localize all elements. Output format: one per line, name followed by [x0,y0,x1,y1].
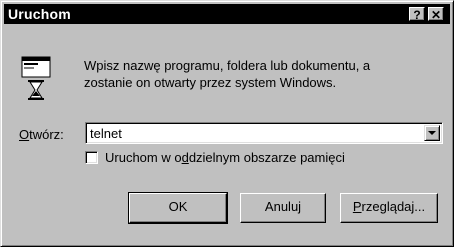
open-combobox[interactable]: telnet [85,122,443,144]
separate-memory-label-post: dzielnym obszarze pamięci [188,150,345,165]
chevron-down-icon[interactable] [424,125,440,141]
separate-memory-label[interactable]: Uruchom w oddzielnym obszarze pamięci [105,150,345,165]
close-button[interactable]: ✕ [428,7,444,22]
open-input-value[interactable]: telnet [90,126,122,141]
browse-button-accel: P [352,199,362,214]
cancel-button[interactable]: Anuluj [240,193,326,223]
run-dialog: Uruchom ? ✕ Wpisz nazwę programu, folder… [0,0,454,247]
ok-button[interactable]: OK [128,192,228,224]
separate-memory-label-pre: Uruchom w o [105,150,182,165]
separate-memory-checkbox[interactable] [85,151,98,164]
window-title: Uruchom [8,6,71,22]
separate-memory-label-accel: d [181,150,189,165]
description-line-1: Wpisz nazwę programu, foldera lub dokume… [84,58,371,73]
dialog-description: Wpisz nazwę programu, foldera lub dokume… [84,57,424,91]
open-label: Otwórz: [19,127,64,142]
title-bar[interactable]: Uruchom ? ✕ [4,4,450,24]
description-line-2: zostanie on otwarty przez system Windows… [84,75,337,90]
open-label-accel: O [19,127,30,142]
browse-button-rest: rzeglądaj... [361,199,426,214]
browse-button[interactable]: Przeglądaj... [340,193,438,223]
help-button[interactable]: ? [409,7,425,22]
open-label-rest: twórz: [29,127,64,142]
run-program-icon [21,56,51,100]
